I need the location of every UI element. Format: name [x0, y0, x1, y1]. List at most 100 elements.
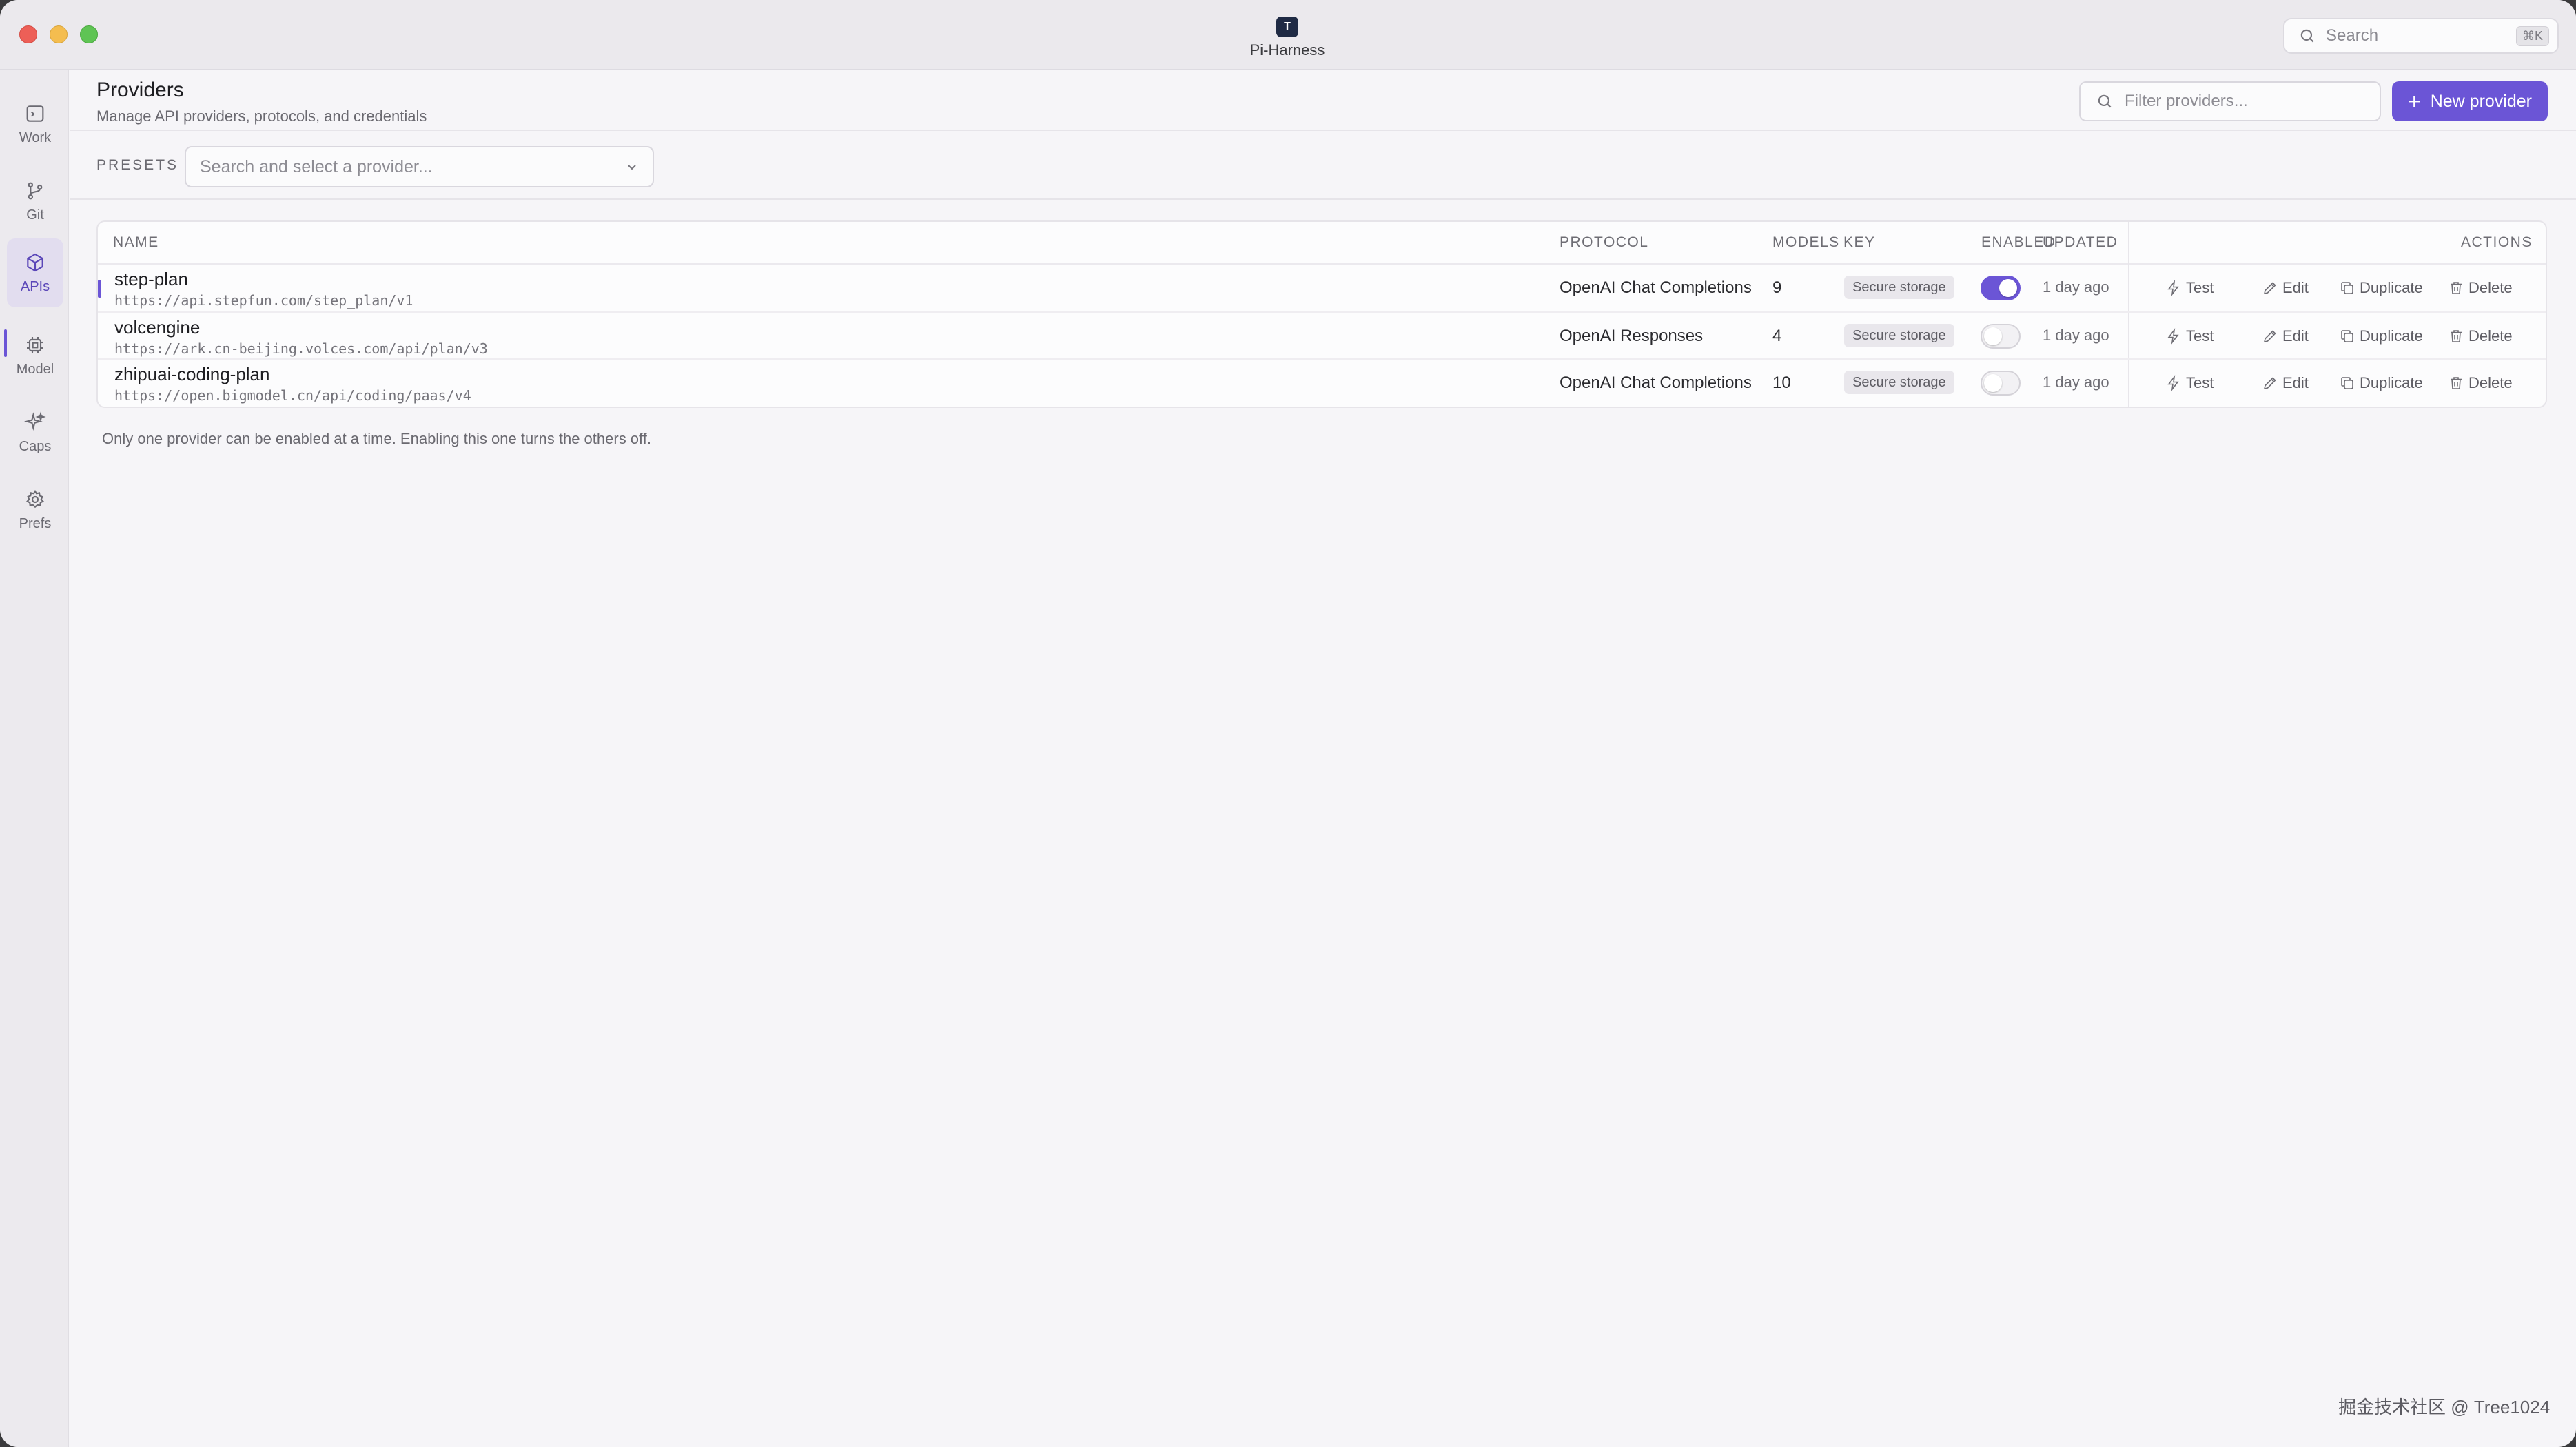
filter-providers-field[interactable]	[2079, 81, 2381, 121]
edit-label: Edit	[2282, 327, 2309, 345]
duplicate-label: Duplicate	[2360, 279, 2423, 296]
close-window-button[interactable]	[19, 25, 37, 43]
delete-button[interactable]: Delete	[2448, 324, 2513, 349]
column-header-models: MODELS	[1772, 234, 1840, 250]
provider-name: volcengine	[114, 317, 201, 338]
sidebar: Work Git APIs Model Caps Prefs	[0, 70, 69, 1447]
provider-url: https://api.stepfun.com/step_plan/v1	[114, 292, 413, 309]
main-content: Providers Manage API providers, protocol…	[70, 72, 2576, 1447]
sidebar-item-model[interactable]: Model	[7, 321, 63, 390]
page-title: Providers	[96, 79, 184, 101]
zoom-window-button[interactable]	[80, 25, 98, 43]
watermark-text: 掘金技术社区 @ Tree1024	[2338, 1397, 2551, 1417]
sidebar-item-git[interactable]: Git	[7, 167, 63, 236]
test-label: Test	[2186, 374, 2214, 391]
edit-button[interactable]: Edit	[2262, 276, 2309, 300]
column-header-protocol: PROTOCOL	[1560, 234, 1649, 250]
duplicate-button[interactable]: Duplicate	[2339, 324, 2423, 349]
table-row[interactable]: volcengine https://ark.cn-beijing.volces…	[98, 311, 2546, 358]
lightning-icon	[2167, 375, 2179, 391]
page-header: Providers Manage API providers, protocol…	[70, 72, 2576, 131]
provider-models-count: 9	[1772, 278, 1782, 297]
sidebar-item-label: Caps	[19, 438, 52, 454]
filter-providers-input[interactable]	[2125, 92, 2380, 111]
test-button[interactable]: Test	[2165, 276, 2214, 300]
sidebar-item-work[interactable]: Work	[7, 90, 63, 158]
test-button[interactable]: Test	[2165, 371, 2214, 396]
global-search-label: Search	[2326, 26, 2379, 45]
table-row[interactable]: step-plan https://api.stepfun.com/step_p…	[98, 265, 2546, 311]
pencil-icon	[2263, 330, 2276, 343]
delete-label: Delete	[2468, 279, 2513, 296]
copy-icon	[2341, 330, 2353, 342]
edit-button[interactable]: Edit	[2262, 324, 2309, 349]
toggle-knob	[1984, 327, 2002, 345]
search-icon	[2300, 29, 2314, 43]
provider-updated: 1 day ago	[2043, 373, 2109, 391]
delete-label: Delete	[2468, 374, 2513, 391]
test-label: Test	[2186, 327, 2214, 345]
enabled-toggle[interactable]	[1981, 371, 2021, 396]
column-header-name: NAME	[113, 234, 159, 250]
cube-icon	[27, 253, 43, 271]
presets-placeholder: Search and select a provider...	[200, 156, 433, 176]
edit-button[interactable]: Edit	[2262, 371, 2309, 396]
provider-name: step-plan	[114, 269, 188, 289]
shortcut-badge: ⌘K	[2515, 25, 2549, 46]
sidebar-item-apis[interactable]: APIs	[7, 238, 63, 307]
new-provider-button[interactable]: + New provider	[2392, 81, 2548, 121]
selected-row-indicator	[98, 280, 101, 298]
duplicate-button[interactable]: Duplicate	[2339, 371, 2423, 396]
plus-icon: +	[2408, 89, 2421, 114]
global-search-button[interactable]: Search ⌘K	[2283, 18, 2559, 54]
test-label: Test	[2186, 279, 2214, 296]
terminal-icon	[26, 105, 44, 122]
duplicate-button[interactable]: Duplicate	[2339, 276, 2423, 300]
provider-protocol: OpenAI Responses	[1560, 327, 1704, 345]
provider-url: https://ark.cn-beijing.volces.com/api/pl…	[114, 340, 488, 357]
sidebar-item-prefs[interactable]: Prefs	[7, 475, 63, 544]
table-row[interactable]: zhipuai-coding-plan https://open.bigmode…	[98, 358, 2546, 405]
edit-label: Edit	[2282, 279, 2309, 296]
presets-select[interactable]: Search and select a provider...	[185, 146, 654, 187]
delete-button[interactable]: Delete	[2448, 371, 2513, 396]
column-header-actions: ACTIONS	[2461, 234, 2533, 250]
delete-button[interactable]: Delete	[2448, 276, 2513, 300]
edit-label: Edit	[2282, 374, 2309, 391]
provider-name: zhipuai-coding-plan	[114, 364, 270, 384]
trash-icon	[2451, 330, 2462, 342]
provider-updated: 1 day ago	[2043, 327, 2109, 344]
duplicate-label: Duplicate	[2360, 327, 2423, 345]
new-provider-label: New provider	[2430, 91, 2532, 111]
copy-icon	[2341, 282, 2353, 294]
copy-icon	[2341, 377, 2353, 389]
sidebar-item-label: Model	[16, 361, 54, 377]
window-title: Pi-Harness	[1249, 41, 1325, 59]
provider-url: https://open.bigmodel.cn/api/coding/paas…	[114, 387, 471, 404]
sidebar-item-caps[interactable]: Caps	[7, 398, 63, 467]
trash-icon	[2451, 282, 2462, 294]
git-branch-icon	[28, 182, 43, 199]
enable-hint-text: Only one provider can be enabled at a ti…	[102, 430, 651, 447]
lightning-icon	[2167, 280, 2179, 296]
test-button[interactable]: Test	[2165, 324, 2214, 349]
page-subtitle: Manage API providers, protocols, and cre…	[96, 107, 427, 125]
sidebar-item-label: APIs	[20, 278, 50, 294]
providers-table: NAME PROTOCOL MODELS KEY ENABLED UPDATED…	[96, 220, 2547, 408]
delete-label: Delete	[2468, 327, 2513, 345]
lightning-icon	[2167, 328, 2179, 345]
minimize-window-button[interactable]	[50, 25, 68, 43]
title-bar: T Pi-Harness Search ⌘K	[0, 0, 2576, 70]
column-header-updated: UPDATED	[2043, 234, 2118, 250]
enabled-toggle[interactable]	[1981, 324, 2021, 349]
sidebar-item-label: Prefs	[19, 515, 52, 531]
key-storage-badge: Secure storage	[1844, 276, 1954, 299]
provider-models-count: 4	[1772, 327, 1782, 345]
key-storage-badge: Secure storage	[1844, 324, 1954, 347]
trash-icon	[2451, 377, 2462, 389]
toggle-knob	[1999, 279, 2017, 297]
enabled-toggle[interactable]	[1981, 276, 2021, 300]
pencil-icon	[2263, 282, 2276, 295]
presets-bar: PRESETS Search and select a provider...	[70, 132, 2576, 200]
provider-protocol: OpenAI Chat Completions	[1560, 373, 1752, 392]
